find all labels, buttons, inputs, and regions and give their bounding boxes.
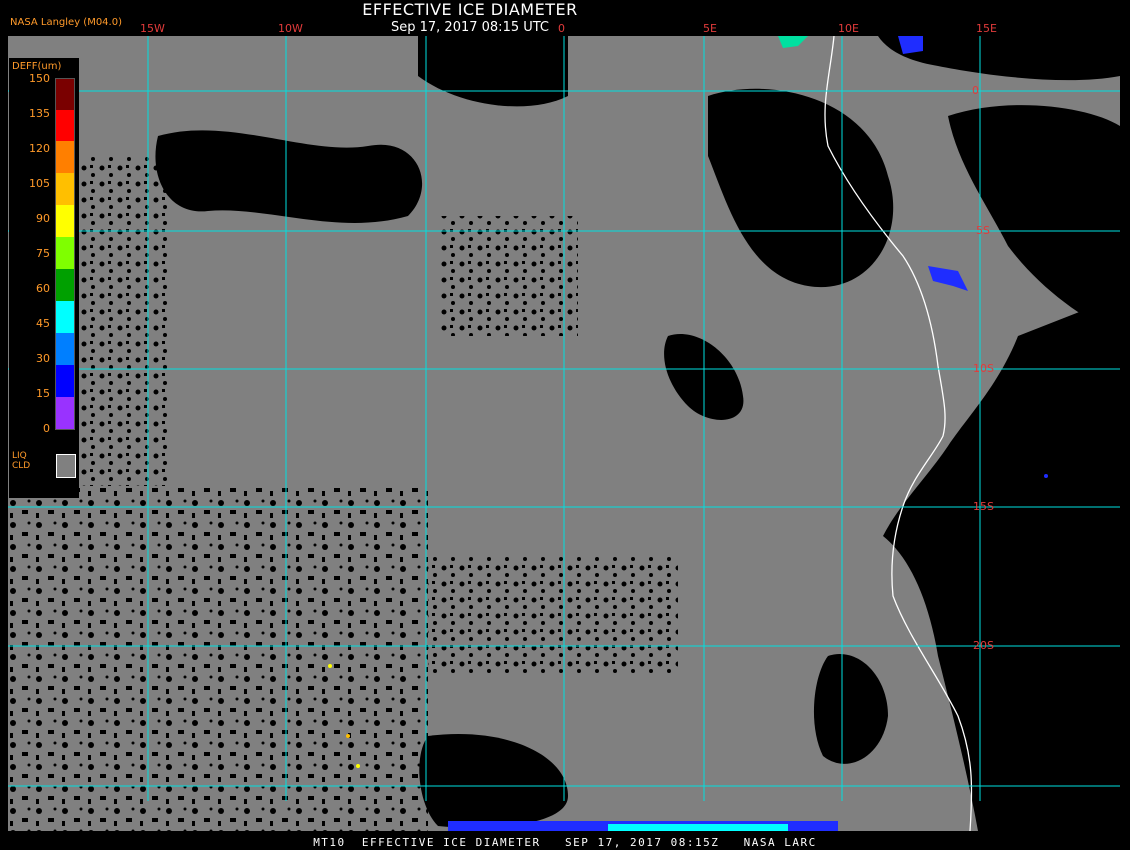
legend-tick-150: 150 (29, 72, 50, 85)
lat-label-10s: 10S (973, 362, 994, 375)
legend-tick-120: 120 (29, 142, 50, 155)
lon-label-10w: 10W (278, 22, 303, 35)
legend-swatch-10 (56, 397, 74, 429)
ice-speck-4 (1044, 474, 1048, 478)
lon-label-5e: 5E (703, 22, 717, 35)
liquid-cloud-label-line1: LIQ (12, 451, 27, 461)
legend-tick-30: 30 (36, 352, 50, 365)
legend-tick-45: 45 (36, 317, 50, 330)
lat-label-5s: 5S (976, 224, 990, 237)
lon-label-15e: 15E (976, 22, 997, 35)
map-canvas (8, 36, 1120, 831)
liquid-cloud-swatch (56, 454, 76, 478)
legend-tick-15: 15 (36, 387, 50, 400)
legend-swatch-2 (56, 141, 74, 173)
liquid-cloud-label: LIQ CLD (12, 451, 30, 471)
legend-swatch-4 (56, 205, 74, 237)
liquid-cloud-label-line2: CLD (12, 461, 31, 471)
legend-tick-135: 135 (29, 107, 50, 120)
producer-label: NASA Langley (M04.0) (10, 17, 122, 28)
lat-label-15s: 15S (973, 500, 994, 513)
ice-speck-2 (346, 734, 350, 738)
legend-swatch-6 (56, 269, 74, 301)
legend-swatch-3 (56, 173, 74, 205)
legend-tick-0: 0 (43, 422, 50, 435)
broken-cloud-south-central (428, 556, 678, 676)
legend-swatch-0 (56, 79, 74, 110)
legend-tick-75: 75 (36, 247, 50, 260)
lon-label-10e: 10E (838, 22, 859, 35)
lat-label-20s: 20S (973, 639, 994, 652)
legend-tick-60: 60 (36, 282, 50, 295)
color-legend: DEFF(um) 150 135 120 105 90 75 60 45 30 … (9, 58, 79, 498)
legend-swatch-9 (56, 365, 74, 397)
legend-title: DEFF(um) (12, 61, 62, 72)
legend-swatch-7 (56, 301, 74, 333)
broken-cloud-center (438, 216, 578, 336)
ice-speck-3 (356, 764, 360, 768)
map-title: EFFECTIVE ICE DIAMETER (362, 0, 578, 19)
lon-label-0: 0 (558, 22, 565, 35)
legend-tick-90: 90 (36, 212, 50, 225)
ice-cloud-strip-cyan (608, 824, 788, 831)
legend-tick-105: 105 (29, 177, 50, 190)
lon-label-15w: 15W (140, 22, 165, 35)
broken-cloud-southwest (8, 486, 428, 831)
lat-label-0: 0 (972, 84, 979, 97)
footer-caption: MT10 EFFECTIVE ICE DIAMETER SEP 17, 2017… (313, 836, 817, 849)
legend-swatch-1 (56, 110, 74, 141)
ice-speck-1 (328, 664, 332, 668)
map-area (8, 36, 1120, 831)
legend-swatch-8 (56, 333, 74, 365)
legend-swatch-5 (56, 237, 74, 269)
